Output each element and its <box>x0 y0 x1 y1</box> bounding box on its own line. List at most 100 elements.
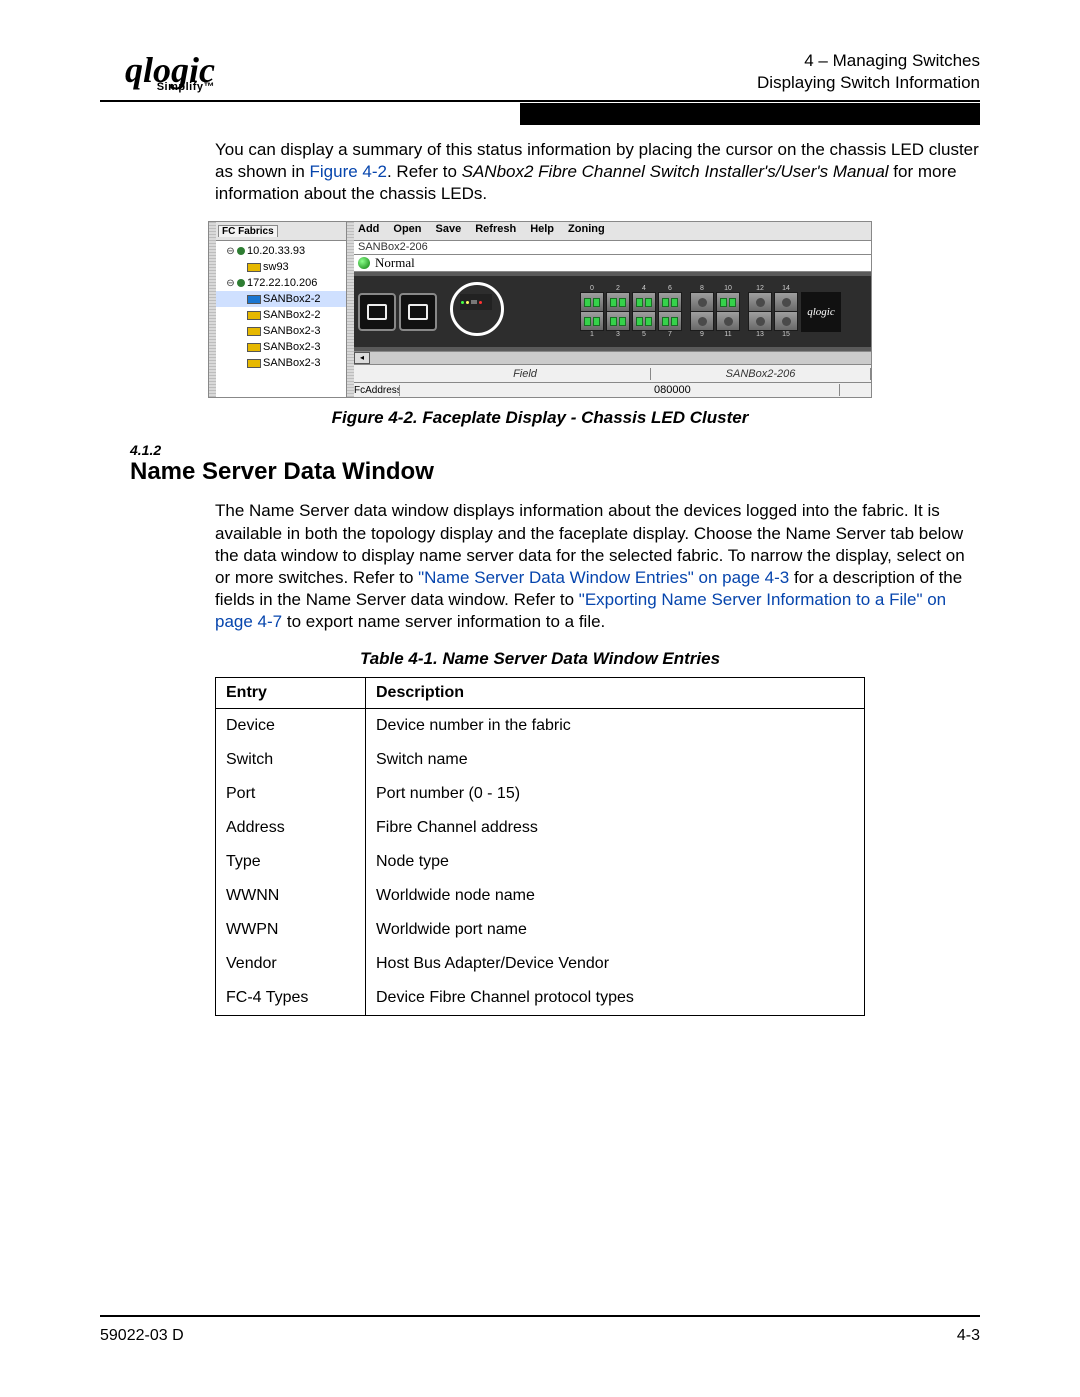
toolbar-add-button[interactable]: Add <box>358 223 379 238</box>
grid-cell-value: 080000 <box>651 384 840 396</box>
port-0[interactable]: 0 <box>581 293 603 311</box>
table-cell-description: Host Bus Adapter/Device Vendor <box>366 947 865 981</box>
manual-title: SANbox2 Fibre Channel Switch Installer's… <box>462 162 889 181</box>
port-7[interactable]: 7 <box>659 312 681 330</box>
switch-icon <box>247 327 261 336</box>
fc-fabrics-tab[interactable]: FC Fabrics <box>216 222 346 241</box>
logo: qlogic Simplify™ <box>100 50 215 93</box>
port-2[interactable]: 2 <box>607 293 629 311</box>
tree-item[interactable]: ⊖172.22.10.206 <box>216 275 346 291</box>
table-row: SwitchSwitch name <box>216 743 865 777</box>
switch-icon <box>247 295 261 304</box>
intro-paragraph: You can display a summary of this status… <box>215 139 980 205</box>
tree-item-label: SANBox2-3 <box>263 357 320 369</box>
grid-row: FcAddress 080000 <box>354 382 871 397</box>
port-11[interactable]: 11 <box>717 312 739 330</box>
port-12[interactable]: 12 <box>749 293 771 311</box>
led-cluster[interactable] <box>460 294 492 310</box>
table-header-entry: Entry <box>216 678 366 709</box>
grid-col-field: Field <box>400 368 651 380</box>
figure-caption: Figure 4-2. Faceplate Display - Chassis … <box>100 408 980 428</box>
table-row: DeviceDevice number in the fabric <box>216 709 865 744</box>
grid-cell-label: FcAddress <box>354 385 400 396</box>
header-right: 4 – Managing Switches Displaying Switch … <box>757 50 980 94</box>
table-cell-entry: Vendor <box>216 947 366 981</box>
power-plug-icon <box>399 293 437 331</box>
toolbar-help-button[interactable]: Help <box>530 223 554 238</box>
port-3[interactable]: 3 <box>607 312 629 330</box>
fabric-tree[interactable]: ⊖10.20.33.93sw93⊖172.22.10.206SANBox2-2S… <box>216 241 346 397</box>
table-cell-entry: Address <box>216 811 366 845</box>
table-row: VendorHost Bus Adapter/Device Vendor <box>216 947 865 981</box>
intro-text-2: . Refer to <box>387 162 462 181</box>
table-cell-entry: Port <box>216 777 366 811</box>
faceplate: 0123456789101112131415 qlogic <box>354 272 871 351</box>
grid-header: Field SANBox2-206 <box>354 364 871 382</box>
status-dot-icon <box>358 257 370 269</box>
tree-item[interactable]: SANBox2-2 <box>216 307 346 323</box>
port-4[interactable]: 4 <box>633 293 655 311</box>
status-text: Normal <box>375 255 415 271</box>
tree-item[interactable]: SANBox2-3 <box>216 339 346 355</box>
toolbar-refresh-button[interactable]: Refresh <box>475 223 516 238</box>
doc-number: 59022-03 D <box>100 1327 184 1345</box>
tree-item-label: 10.20.33.93 <box>247 245 305 257</box>
port-9[interactable]: 9 <box>691 312 713 330</box>
device-title-text: SANBox2-206 <box>358 241 428 253</box>
table-cell-entry: Device <box>216 709 366 744</box>
switch-icon <box>247 311 261 320</box>
toolbar-save-button[interactable]: Save <box>436 223 462 238</box>
status-row: Normal <box>354 255 871 272</box>
h-scrollbar[interactable]: ◂ <box>354 351 871 364</box>
table-cell-description: Device Fibre Channel protocol types <box>366 981 865 1016</box>
port-8[interactable]: 8 <box>691 293 713 311</box>
tree-item[interactable]: SANBox2-2 <box>216 291 346 307</box>
section-number: 4.1.2 <box>130 442 980 458</box>
table-row: FC-4 TypesDevice Fibre Channel protocol … <box>216 981 865 1016</box>
toolbar-zoning-button[interactable]: Zoning <box>568 223 605 238</box>
table-cell-entry: FC-4 Types <box>216 981 366 1016</box>
section-paragraph: The Name Server data window displays inf… <box>215 500 980 633</box>
table-cell-description: Switch name <box>366 743 865 777</box>
port-14[interactable]: 14 <box>775 293 797 311</box>
tree-item-label: SANBox2-2 <box>263 309 320 321</box>
brand-badge: qlogic <box>801 292 841 332</box>
table-row: AddressFibre Channel address <box>216 811 865 845</box>
grip-bar <box>209 222 216 397</box>
port-10[interactable]: 10 <box>717 293 739 311</box>
tree-item-label: SANBox2-3 <box>263 325 320 337</box>
fc-fabrics-label: FC Fabrics <box>218 225 278 237</box>
table-cell-description: Node type <box>366 845 865 879</box>
port-6[interactable]: 6 <box>659 293 681 311</box>
tree-item[interactable]: SANBox2-3 <box>216 355 346 371</box>
port-15[interactable]: 15 <box>775 312 797 330</box>
port-5[interactable]: 5 <box>633 312 655 330</box>
header-black-bar <box>520 103 980 125</box>
name-server-table: Entry Description DeviceDevice number in… <box>215 677 865 1016</box>
table-cell-description: Worldwide node name <box>366 879 865 913</box>
device-title: SANBox2-206 <box>354 241 871 255</box>
tree-item-label: 172.22.10.206 <box>247 277 317 289</box>
header-section: Displaying Switch Information <box>757 72 980 94</box>
switch-icon <box>247 359 261 368</box>
table-cell-entry: Switch <box>216 743 366 777</box>
tree-item[interactable]: sw93 <box>216 259 346 275</box>
table-row: PortPort number (0 - 15) <box>216 777 865 811</box>
page-number: 4-3 <box>957 1327 980 1345</box>
tree-item-label: SANBox2-3 <box>263 341 320 353</box>
table-cell-description: Fibre Channel address <box>366 811 865 845</box>
fabric-dot-icon <box>237 279 245 287</box>
figure-link[interactable]: Figure 4-2 <box>310 162 387 181</box>
tree-item[interactable]: SANBox2-3 <box>216 323 346 339</box>
table-row: TypeNode type <box>216 845 865 879</box>
table-caption: Table 4-1. Name Server Data Window Entri… <box>100 649 980 669</box>
name-server-entries-link[interactable]: "Name Server Data Window Entries" on pag… <box>418 568 789 587</box>
power-plug-icon <box>358 293 396 331</box>
tree-item[interactable]: ⊖10.20.33.93 <box>216 243 346 259</box>
port-grid: 0123456789101112131415 <box>580 292 798 331</box>
port-13[interactable]: 13 <box>749 312 771 330</box>
port-1[interactable]: 1 <box>581 312 603 330</box>
footer-rule <box>100 1315 980 1317</box>
toolbar-open-button[interactable]: Open <box>393 223 421 238</box>
fabric-dot-icon <box>237 247 245 255</box>
